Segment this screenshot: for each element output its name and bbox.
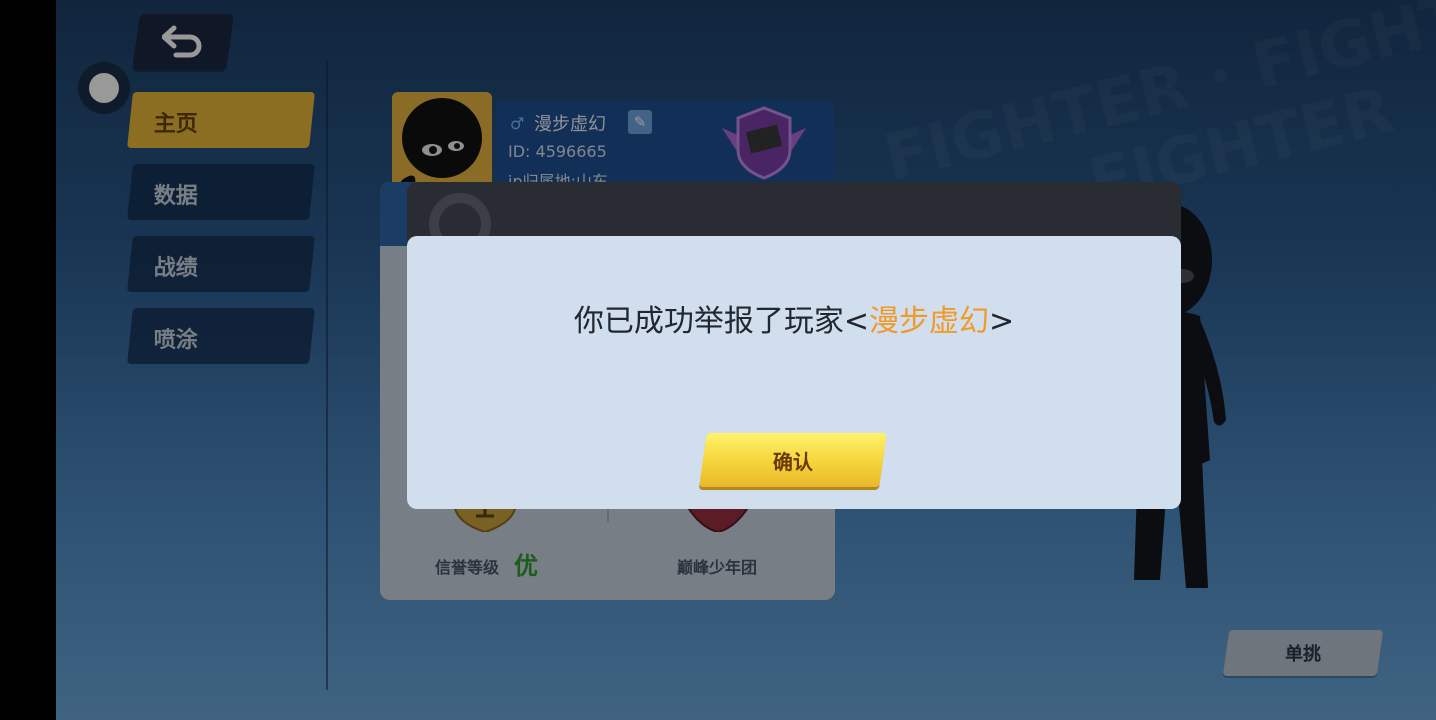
- reported-player-name: 漫步虚幻: [869, 304, 989, 339]
- gear-decoration-icon: [429, 193, 491, 242]
- report-success-dialog: 你已成功举报了玩家<漫步虚幻> 确认: [407, 236, 1181, 509]
- message-prefix: 你已成功举报了玩家<: [573, 304, 869, 339]
- confirm-button-label: 确认: [772, 450, 813, 474]
- dialog-message: 你已成功举报了玩家<漫步虚幻>: [407, 296, 1181, 340]
- confirm-button[interactable]: 确认: [699, 433, 887, 487]
- message-suffix: >: [989, 304, 1015, 339]
